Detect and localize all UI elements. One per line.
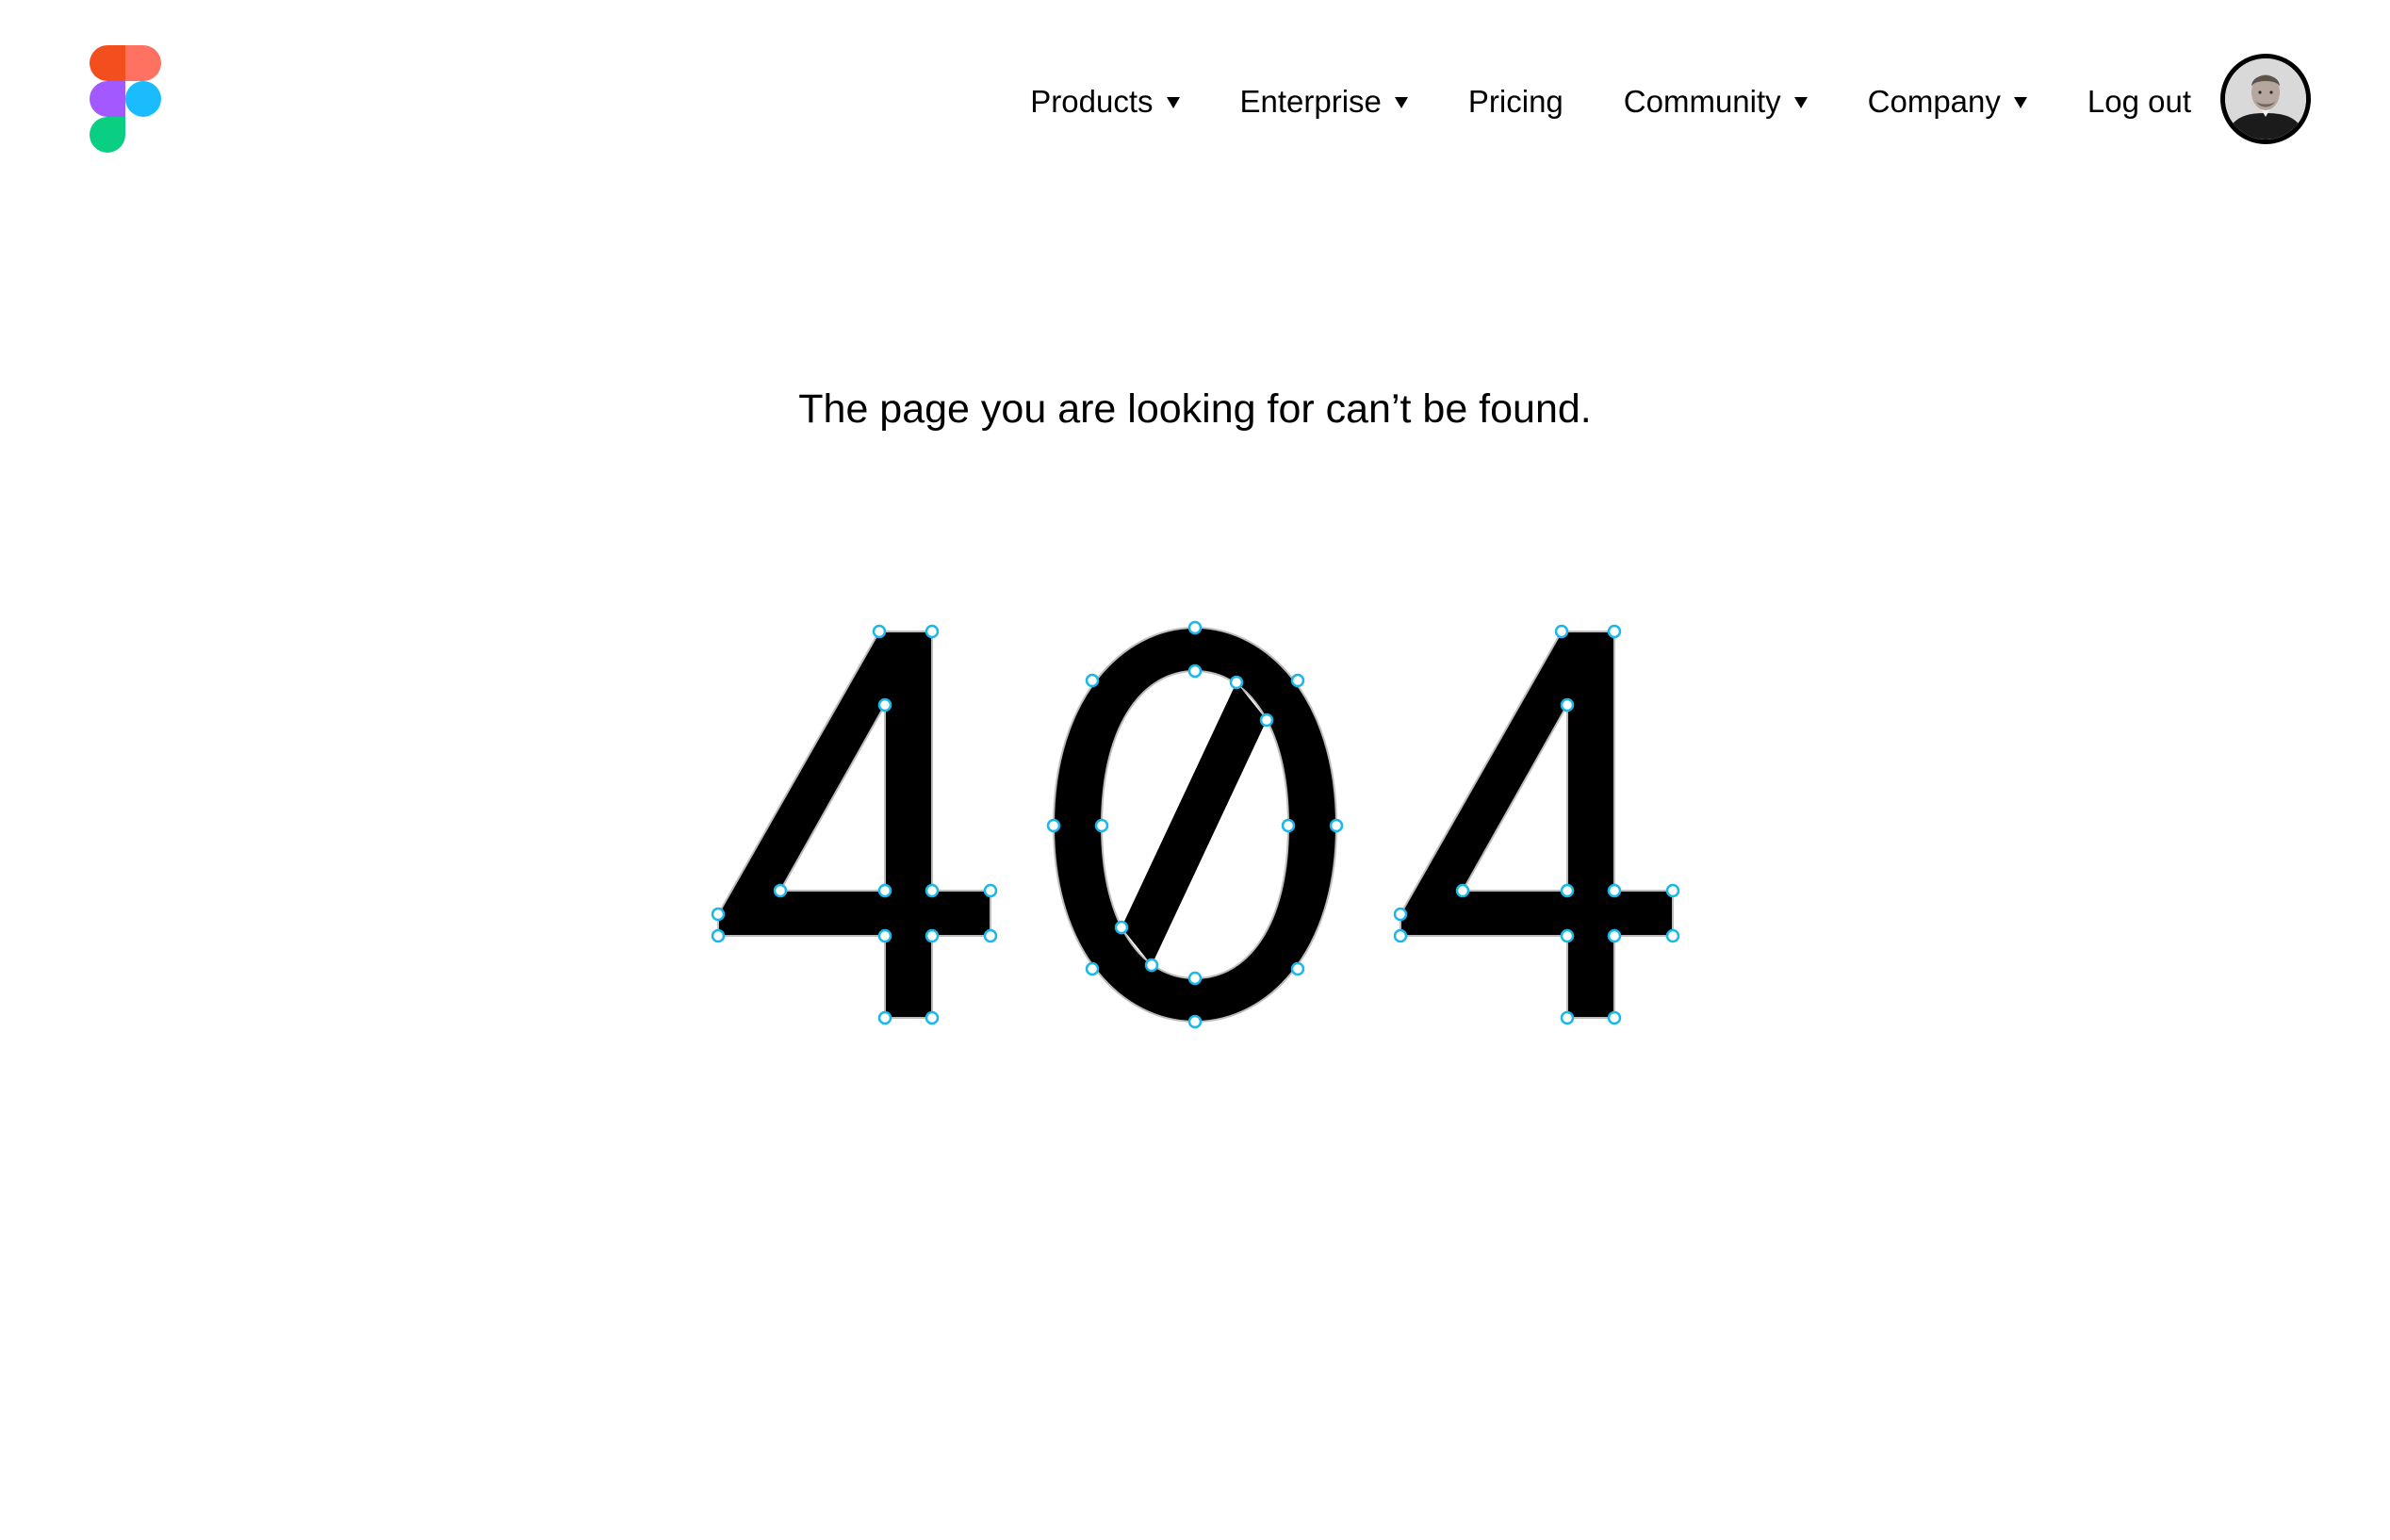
vector-point bbox=[925, 883, 940, 898]
digit-four-left bbox=[717, 631, 991, 1019]
vector-point bbox=[1187, 971, 1203, 986]
vector-point bbox=[1665, 883, 1680, 898]
vector-point bbox=[1560, 697, 1575, 713]
caret-down-icon bbox=[1166, 97, 1180, 108]
error-404-graphic bbox=[711, 620, 1680, 1029]
nav-pricing-label: Pricing bbox=[1467, 84, 1563, 119]
vector-point bbox=[1281, 818, 1296, 833]
vector-point bbox=[983, 928, 998, 943]
caret-down-icon bbox=[1793, 97, 1808, 108]
vector-point bbox=[1290, 673, 1305, 688]
vector-point bbox=[1187, 620, 1203, 635]
vector-point bbox=[1560, 928, 1575, 943]
vector-point bbox=[1329, 818, 1344, 833]
nav-products-label: Products bbox=[1030, 84, 1154, 119]
vector-point bbox=[1085, 961, 1100, 976]
logout-link[interactable]: Log out bbox=[2087, 84, 2191, 120]
vector-point bbox=[1229, 675, 1244, 690]
vector-point bbox=[877, 928, 892, 943]
nav-enterprise-label: Enterprise bbox=[1239, 84, 1382, 119]
vector-point bbox=[1607, 928, 1622, 943]
vector-point bbox=[872, 624, 887, 639]
vector-point bbox=[877, 883, 892, 898]
not-found-message: The page you are looking for can’t be fo… bbox=[798, 386, 1592, 432]
nav-enterprise[interactable]: Enterprise bbox=[1240, 84, 1408, 120]
vector-point bbox=[1393, 907, 1408, 922]
vector-point bbox=[1094, 818, 1109, 833]
vector-point bbox=[1455, 883, 1470, 898]
vector-point bbox=[1607, 624, 1622, 639]
vector-point bbox=[925, 928, 940, 943]
nav-company[interactable]: Company bbox=[1868, 84, 2027, 120]
digit-four-right bbox=[1400, 631, 1674, 1019]
vector-point bbox=[1560, 883, 1575, 898]
nav-community[interactable]: Community bbox=[1624, 84, 1808, 120]
vector-point bbox=[877, 697, 892, 713]
vector-point bbox=[1290, 961, 1305, 976]
nav-company-label: Company bbox=[1867, 84, 2001, 119]
vector-point bbox=[925, 1010, 940, 1025]
vector-anchor-points bbox=[711, 620, 1680, 1029]
caret-down-icon bbox=[1394, 97, 1408, 108]
user-avatar-icon bbox=[2225, 58, 2306, 139]
vector-point bbox=[711, 928, 726, 943]
logout-label: Log out bbox=[2087, 84, 2191, 119]
vector-point bbox=[1554, 624, 1569, 639]
vector-point bbox=[1393, 928, 1408, 943]
vector-point bbox=[1187, 664, 1203, 679]
vector-point bbox=[1607, 1010, 1622, 1025]
digit-zero-slashed bbox=[1052, 626, 1338, 1024]
vector-point bbox=[1665, 928, 1680, 943]
caret-down-icon bbox=[2013, 97, 2027, 108]
nav-pricing[interactable]: Pricing bbox=[1468, 84, 1563, 120]
vector-point bbox=[1607, 883, 1622, 898]
vector-point bbox=[877, 1010, 892, 1025]
figma-logo-icon[interactable] bbox=[89, 45, 162, 153]
vector-point bbox=[1046, 818, 1061, 833]
user-avatar[interactable] bbox=[2220, 54, 2311, 144]
vector-point bbox=[925, 624, 940, 639]
vector-point bbox=[711, 907, 726, 922]
vector-point bbox=[1085, 673, 1100, 688]
vector-point bbox=[773, 883, 788, 898]
nav-products[interactable]: Products bbox=[1030, 84, 1180, 120]
nav-community-label: Community bbox=[1623, 84, 1781, 119]
vector-point bbox=[1144, 958, 1159, 973]
main-nav: Products Enterprise Pricing Community Co… bbox=[1030, 79, 2191, 124]
vector-point bbox=[1259, 713, 1274, 728]
vector-point bbox=[1560, 1010, 1575, 1025]
vector-point bbox=[983, 883, 998, 898]
vector-point bbox=[1187, 1014, 1203, 1029]
vector-point bbox=[1114, 920, 1129, 935]
